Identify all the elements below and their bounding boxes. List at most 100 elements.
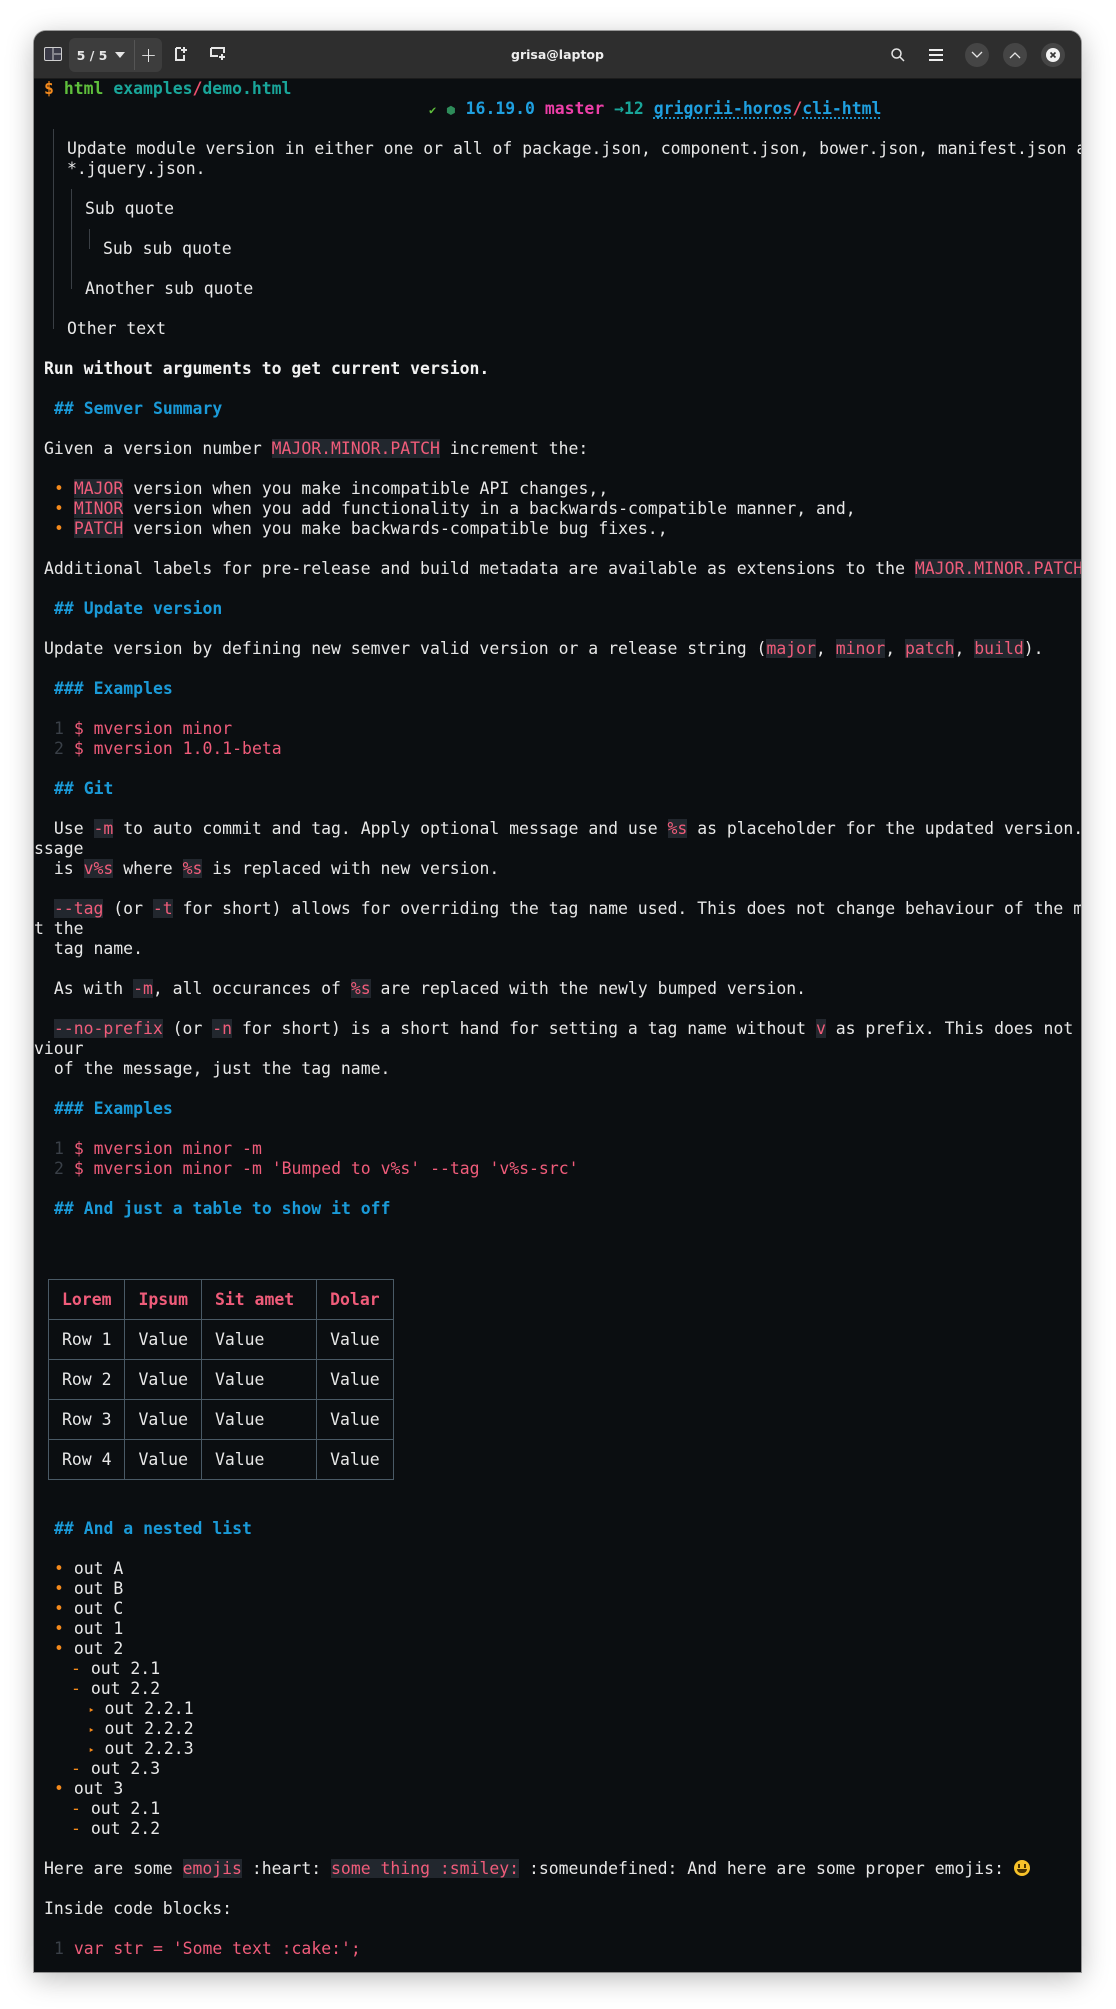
arg-file: demo.html — [202, 79, 292, 98]
smiley-emoji-icon — [1013, 1860, 1030, 1876]
text: of the message, just the tag name. — [53, 1059, 391, 1078]
line-number: 2 — [54, 1159, 64, 1178]
wrapped-text: viour — [34, 1039, 84, 1058]
list-item-text: out 2.2.2 — [104, 1719, 194, 1738]
terminal-output[interactable]: $ html examples/demo.html ✔ ⬢ 16.19.0 ma… — [34, 79, 1081, 1972]
text: for short) is a short hand for setting a… — [232, 1019, 816, 1038]
bullet-icon: • — [54, 1779, 64, 1798]
table-row: Row 1 Value Value Value — [47, 1319, 394, 1360]
text: is — [53, 859, 84, 878]
inline-code: -m — [133, 979, 153, 998]
heading-semver-summary: ## Semver Summary — [54, 399, 223, 418]
text: Here are some — [44, 1859, 183, 1878]
text: version when you make incompatible API c… — [123, 479, 609, 498]
table-cell: Value — [316, 1439, 394, 1480]
list-item-text: out 2.2.1 — [104, 1699, 194, 1718]
heading-table: ## And just a table to show it off — [54, 1199, 391, 1218]
tab-counter: 5 / 5 — [76, 47, 108, 63]
inline-code: %s — [667, 819, 688, 838]
blockquote-bar — [53, 129, 54, 329]
paragraph-git-1: Use -m to auto commit and tag. Apply opt… — [44, 819, 1081, 839]
text: for short) allows for overriding the tag… — [182, 899, 1081, 918]
inline-code: MINOR — [73, 499, 124, 518]
table-cell: Value — [124, 1319, 202, 1360]
inline-code: MAJOR.MINOR.PATCH — [271, 439, 440, 458]
code-line: 2 $ mversion minor -m 'Bumped to v%s' --… — [54, 1159, 579, 1179]
paragraph-git-2-cont: tag name. — [44, 939, 143, 959]
heading-nested-list: ## And a nested list — [54, 1519, 252, 1538]
text: , — [954, 639, 975, 658]
blockquote-bar-nested — [71, 189, 72, 289]
table-cell: Row 3 — [47, 1399, 126, 1440]
text: is replaced with new version. — [202, 859, 500, 878]
sub-quote: Sub quote — [85, 199, 175, 218]
chevron-down-icon — [115, 52, 126, 58]
list-item: - out 2.2 — [71, 1819, 160, 1839]
table-cell: Value — [124, 1359, 202, 1400]
markdown-table: Lorem Ipsum Sit amet Dolar Row 1 Value V… — [47, 1279, 394, 1480]
text: , — [885, 639, 905, 658]
table-cell: Row 1 — [47, 1319, 126, 1360]
list-item: ‣ out 2.2.2 — [88, 1719, 194, 1739]
node-icon: ⬢ — [446, 104, 456, 117]
list-item-text: out 2.2 — [90, 1819, 161, 1838]
text: ). — [1023, 639, 1044, 658]
line-number: 1 — [54, 719, 64, 738]
new-tab-button[interactable]: + — [135, 38, 162, 72]
line-number: 1 — [54, 1139, 64, 1158]
close-icon — [1046, 48, 1060, 62]
detach-tab-button[interactable] — [170, 43, 192, 65]
maximize-button[interactable] — [1003, 43, 1027, 67]
chevron-down-icon — [971, 51, 983, 58]
sidebar-icon — [44, 47, 62, 61]
inline-code: some thing :smiley: — [331, 1859, 520, 1878]
tab-overview-button[interactable] — [40, 42, 66, 66]
triangle-bullet-icon: ‣ — [88, 1724, 95, 1737]
table-row: Row 3 Value Value Value — [47, 1399, 394, 1440]
new-window-button[interactable] — [206, 43, 230, 65]
tab-switcher-dropdown[interactable]: 5 / 5 — [69, 38, 133, 72]
dash-bullet-icon: - — [71, 1659, 81, 1678]
paragraph-additional: Additional labels for pre-release and bu… — [44, 559, 1081, 579]
list-item-text: out 2.1 — [90, 1799, 161, 1818]
another-sub-quote: Another sub quote — [85, 279, 254, 298]
list-item: ‣ out 2.2.3 — [88, 1739, 194, 1759]
search-button[interactable] — [886, 43, 910, 67]
dash-bullet-icon: - — [71, 1679, 81, 1698]
close-button[interactable] — [1041, 43, 1065, 67]
list-item: - out 2.3 — [71, 1759, 160, 1779]
list-item-text: out 2.2.3 — [104, 1739, 194, 1758]
code-text: $ mversion minor -m — [73, 1139, 262, 1158]
table-cell: Value — [200, 1439, 318, 1480]
list-item: - out 2.1 — [71, 1659, 160, 1679]
list-item: • out B — [54, 1579, 123, 1599]
minimize-button[interactable] — [965, 43, 989, 67]
inline-code: MAJOR — [73, 479, 124, 498]
inline-code: emojis — [182, 1859, 242, 1878]
table-header-row: Lorem Ipsum Sit amet Dolar — [47, 1279, 394, 1320]
text: as placeholder for the updated version. … — [697, 819, 1081, 838]
bullet-icon: • — [54, 499, 64, 518]
list-item: • out 2 — [54, 1639, 123, 1659]
heading-git: ## Git — [54, 779, 114, 798]
menu-button[interactable] — [924, 43, 948, 67]
code-line: 1 $ mversion minor — [54, 719, 232, 739]
list-item-text: out B — [73, 1579, 124, 1598]
text: :someundefined: And here are some proper… — [519, 1859, 1014, 1878]
git-branch: master — [544, 99, 605, 118]
text: increment the: — [439, 439, 589, 458]
list-item: • out C — [54, 1599, 123, 1619]
inline-code: --tag — [53, 899, 104, 918]
triangle-bullet-icon: ‣ — [88, 1744, 95, 1757]
inline-code: --no-prefix — [53, 1019, 163, 1038]
inline-code: %s — [182, 859, 203, 878]
column-header: Ipsum — [124, 1279, 202, 1320]
wrapped-text: t the — [34, 919, 84, 938]
line-number: 2 — [54, 739, 64, 758]
list-item: • out 1 — [54, 1619, 123, 1639]
table-cell: Value — [200, 1319, 318, 1360]
list-item: ‣ out 2.2.1 — [88, 1699, 194, 1719]
new-window-icon — [210, 47, 225, 60]
terminal-window: 5 / 5 + grisa@laptop $ html examples/dem… — [34, 31, 1081, 1972]
blockquote-bar-nested-2 — [89, 229, 90, 249]
